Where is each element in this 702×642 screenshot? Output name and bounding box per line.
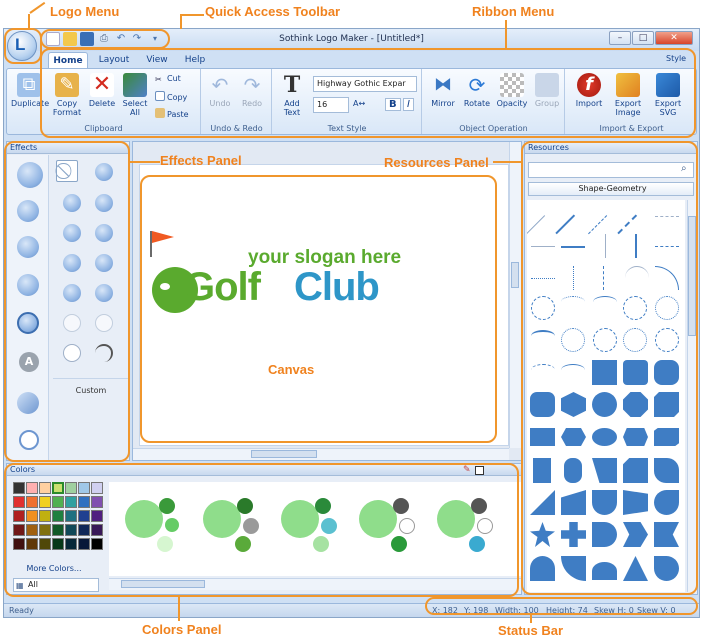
pointer-qa xyxy=(180,14,204,16)
outline-status xyxy=(425,597,698,615)
outline-colors xyxy=(4,463,519,597)
close-button[interactable]: ✕ xyxy=(655,31,693,45)
pointer-logo-v xyxy=(28,14,30,29)
outline-logo-menu xyxy=(4,28,42,64)
label-effects-panel: Effects Panel xyxy=(160,153,242,168)
pointer-colors xyxy=(178,597,180,621)
outline-effects xyxy=(4,141,130,462)
canvas-horizontal-scrollbar[interactable] xyxy=(133,448,509,460)
label-ribbon-menu: Ribbon Menu xyxy=(472,4,555,19)
pointer-effects xyxy=(130,161,160,163)
maximize-button[interactable]: □ xyxy=(632,31,654,45)
pointer-status xyxy=(530,615,532,623)
outline-ribbon xyxy=(40,48,696,138)
canvas-vertical-scrollbar[interactable] xyxy=(509,142,521,448)
outline-quick-access xyxy=(40,29,170,49)
label-status-bar: Status Bar xyxy=(498,623,564,638)
label-quick-access-toolbar: Quick Access Toolbar xyxy=(205,4,341,19)
outline-canvas xyxy=(140,175,497,443)
minimize-button[interactable]: – xyxy=(609,31,631,45)
outline-resources xyxy=(521,141,698,595)
pointer-qa-v xyxy=(180,14,182,29)
pointer-resources xyxy=(493,161,521,163)
canvas-hscroll-thumb[interactable] xyxy=(251,450,317,458)
label-colors-panel: Colors Panel xyxy=(142,622,222,637)
canvas-vscroll-thumb[interactable] xyxy=(511,262,519,288)
label-logo-menu: Logo Menu xyxy=(50,4,120,19)
pointer-ribbon xyxy=(505,20,507,48)
status-ready: Ready xyxy=(9,606,34,615)
label-resources-panel: Resources Panel xyxy=(384,155,489,170)
pointer-logo xyxy=(29,1,46,14)
duplicate-icon: ⧉ xyxy=(17,73,41,97)
